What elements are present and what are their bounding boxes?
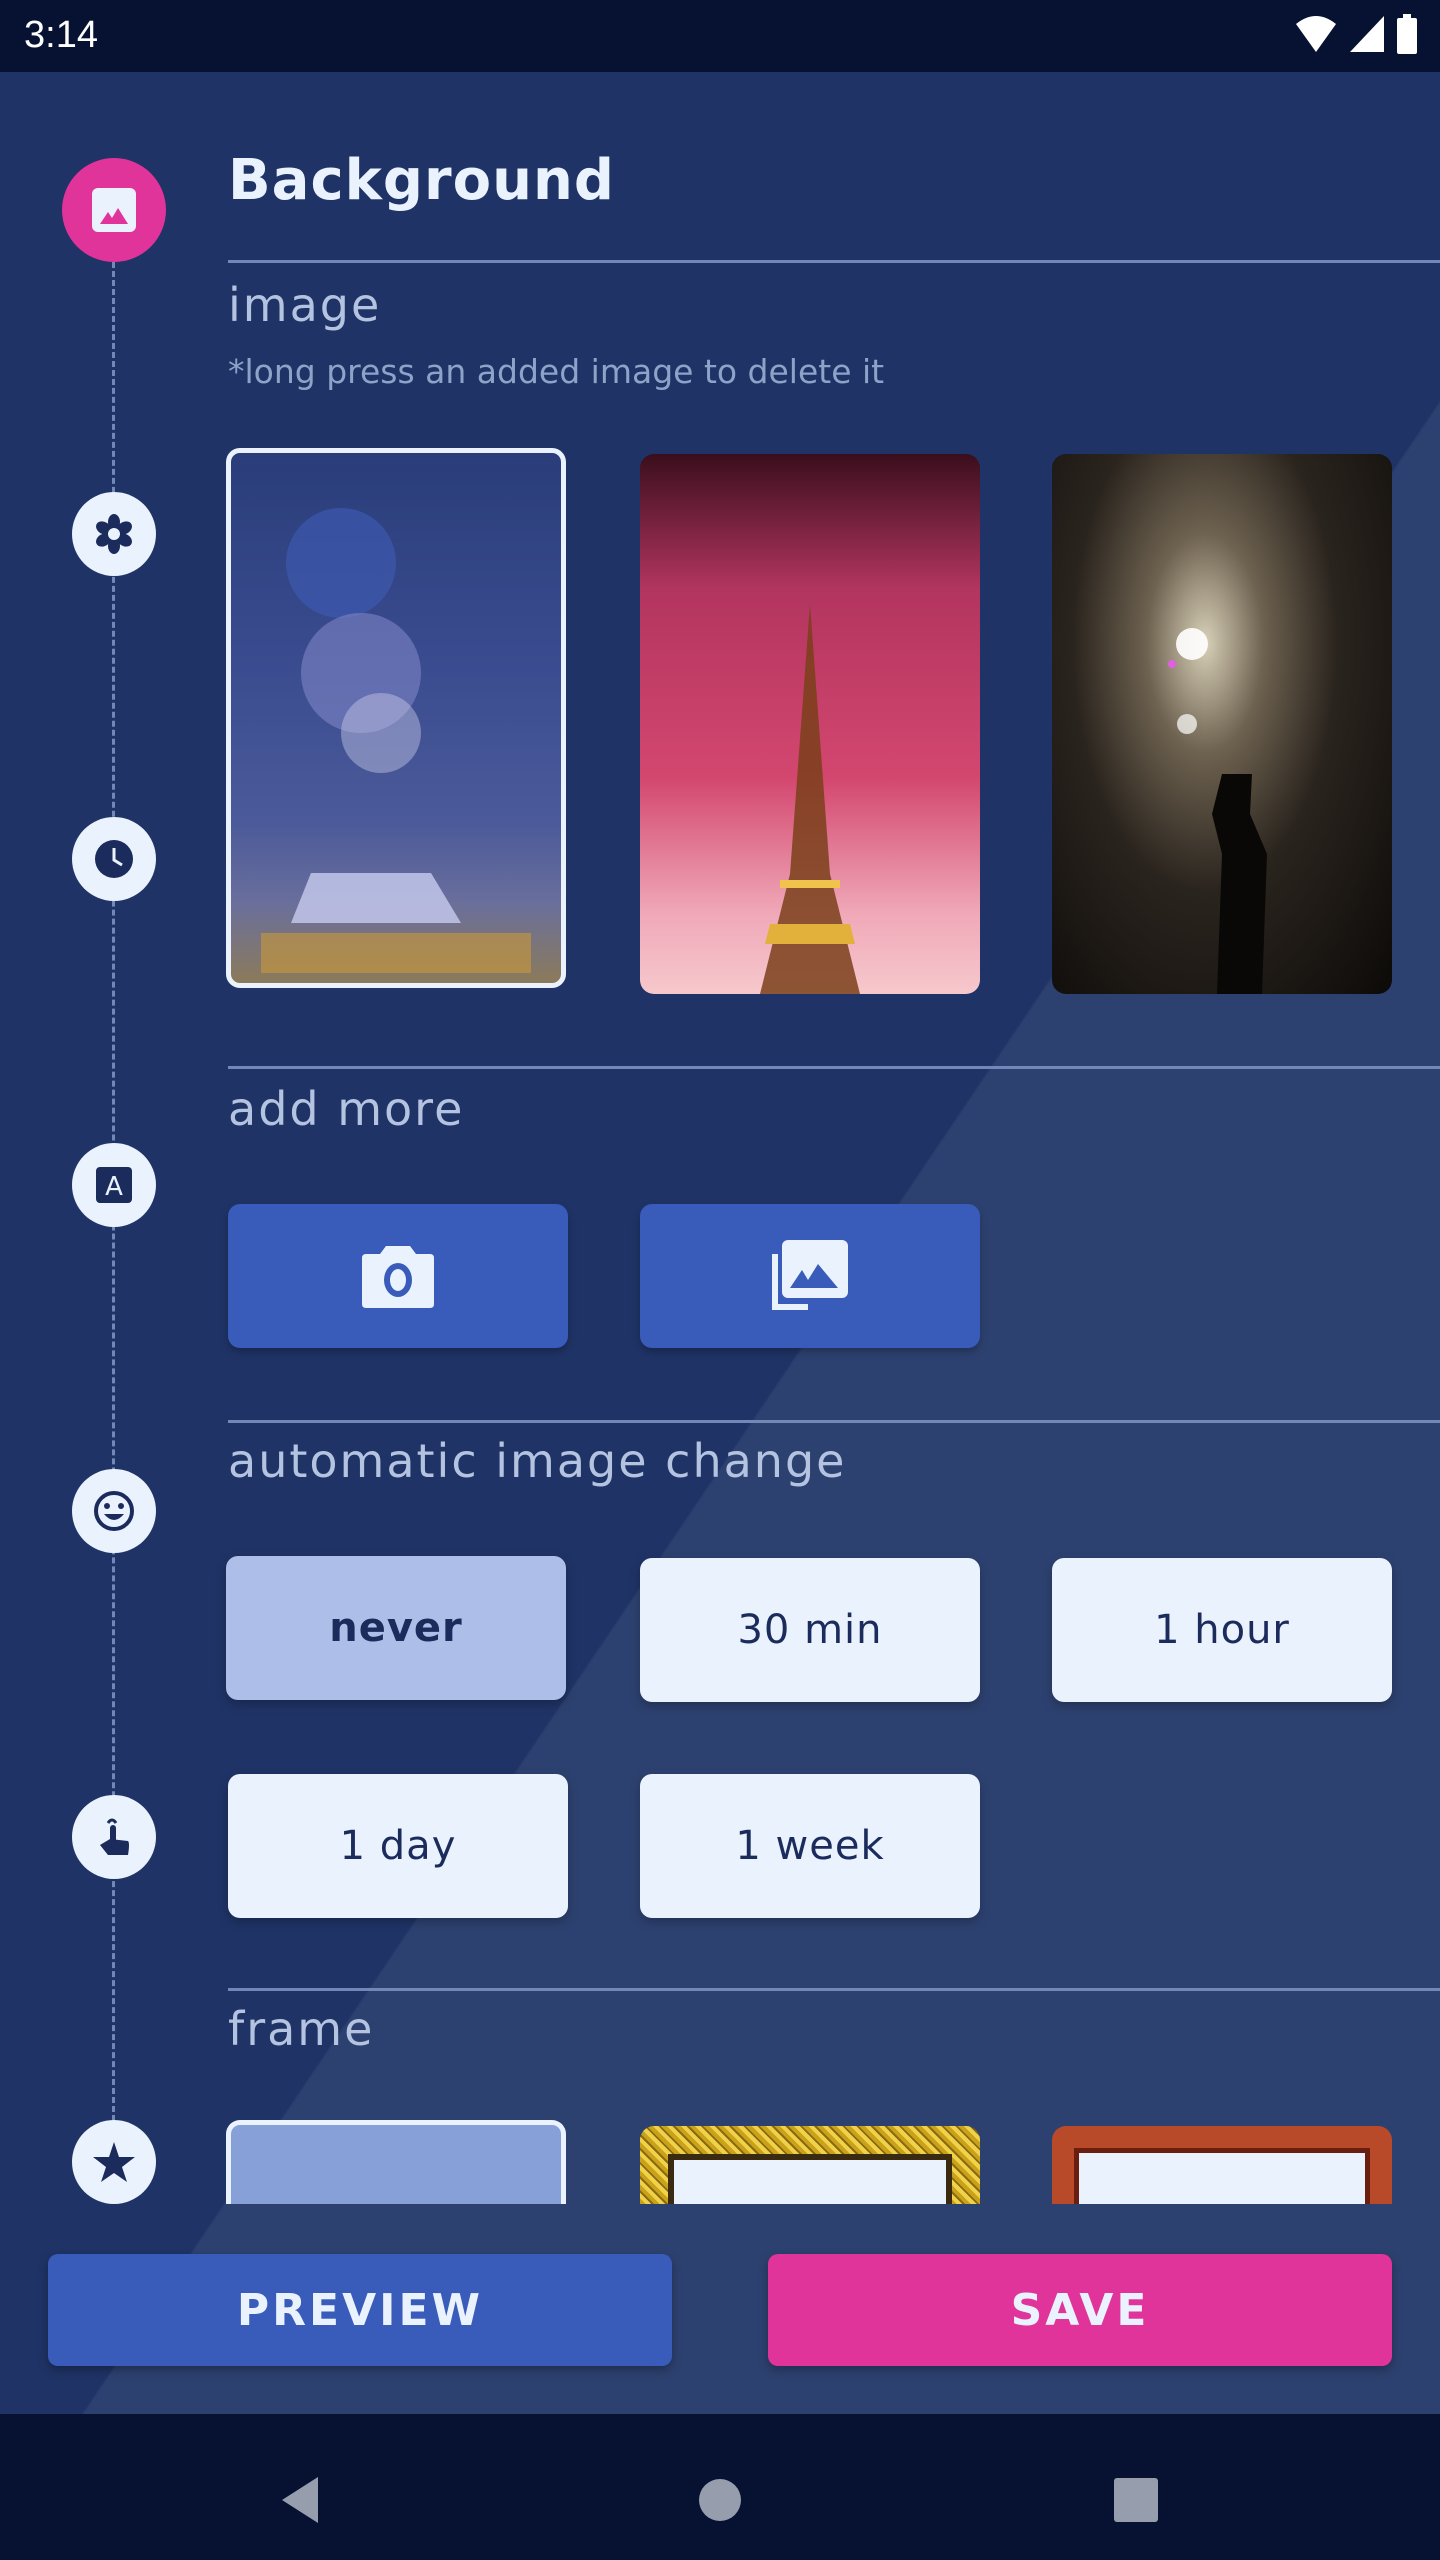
add-from-gallery-button[interactable] [640,1204,980,1348]
background-thumbnail-1[interactable] [226,448,566,988]
text-font-icon: A [96,1167,132,1203]
wifi-icon [1296,16,1336,52]
back-button[interactable] [260,2460,340,2540]
timeline-step-emoji[interactable] [72,1469,156,1553]
background-thumbnail-3[interactable] [1052,454,1392,994]
timeline-step-background[interactable] [62,158,166,262]
recents-button[interactable] [1096,2460,1176,2540]
divider [228,1420,1440,1423]
save-button[interactable]: SAVE [768,2254,1392,2366]
battery-icon [1397,14,1417,54]
section-title-add-more: add more [228,1082,465,1136]
frame-option-wood[interactable] [1052,2126,1392,2204]
auto-change-option-30-min[interactable]: 30 min [640,1558,980,1702]
delete-hint: *long press an added image to delete it [228,352,885,391]
fireworks-castle-image [261,508,531,973]
svg-text:A: A [105,1172,123,1202]
touch-icon [100,1818,129,1855]
cellular-signal-icon [1350,16,1384,52]
background-settings-panel: A Background image *long press an added … [0,72,1440,2414]
timeline-step-star[interactable] [72,2120,156,2204]
auto-change-option-1-hour[interactable]: 1 hour [1052,1558,1392,1702]
status-time: 3:14 [24,14,98,56]
timeline-step-text[interactable]: A [72,1143,156,1227]
divider [228,260,1440,263]
clock-icon [95,840,133,878]
divider [228,1066,1440,1069]
gold-frame-inner [668,2154,952,2204]
background-thumbnail-2[interactable] [640,454,980,994]
section-title-image: image [228,278,382,332]
photo-library-icon [772,1240,848,1310]
home-icon [699,2479,741,2521]
flower-icon [96,514,132,554]
silhouette-fireworks-image [1168,628,1267,994]
image-icon [92,188,136,232]
frame-option-gold[interactable] [640,2126,980,2204]
timeline-step-clock[interactable] [72,817,156,901]
frame-option-none[interactable] [226,2120,566,2204]
camera-icon [362,1246,434,1308]
section-title-frame: frame [228,2002,375,2056]
wood-frame-inner [1074,2148,1370,2204]
home-button[interactable] [680,2460,760,2540]
add-from-camera-button[interactable] [228,1204,568,1348]
auto-change-option-1-day[interactable]: 1 day [228,1774,568,1918]
recents-icon [1114,2478,1158,2522]
section-title-auto-change: automatic image change [228,1434,847,1488]
star-icon [93,2142,135,2182]
page-title: Background [228,148,615,213]
eiffel-tower-image [760,604,860,994]
auto-change-option-never[interactable]: never [226,1556,566,1700]
divider [228,1988,1440,1991]
status-bar: 3:14 [0,0,1440,72]
status-icons [1294,14,1418,54]
preview-button[interactable]: PREVIEW [48,2254,672,2366]
auto-change-option-1-week[interactable]: 1 week [640,1774,980,1918]
system-navigation-bar [0,2414,1440,2560]
smiley-icon [94,1491,134,1531]
back-icon [282,2477,318,2523]
timeline-step-touch[interactable] [72,1795,156,1879]
timeline-step-flower[interactable] [72,492,156,576]
